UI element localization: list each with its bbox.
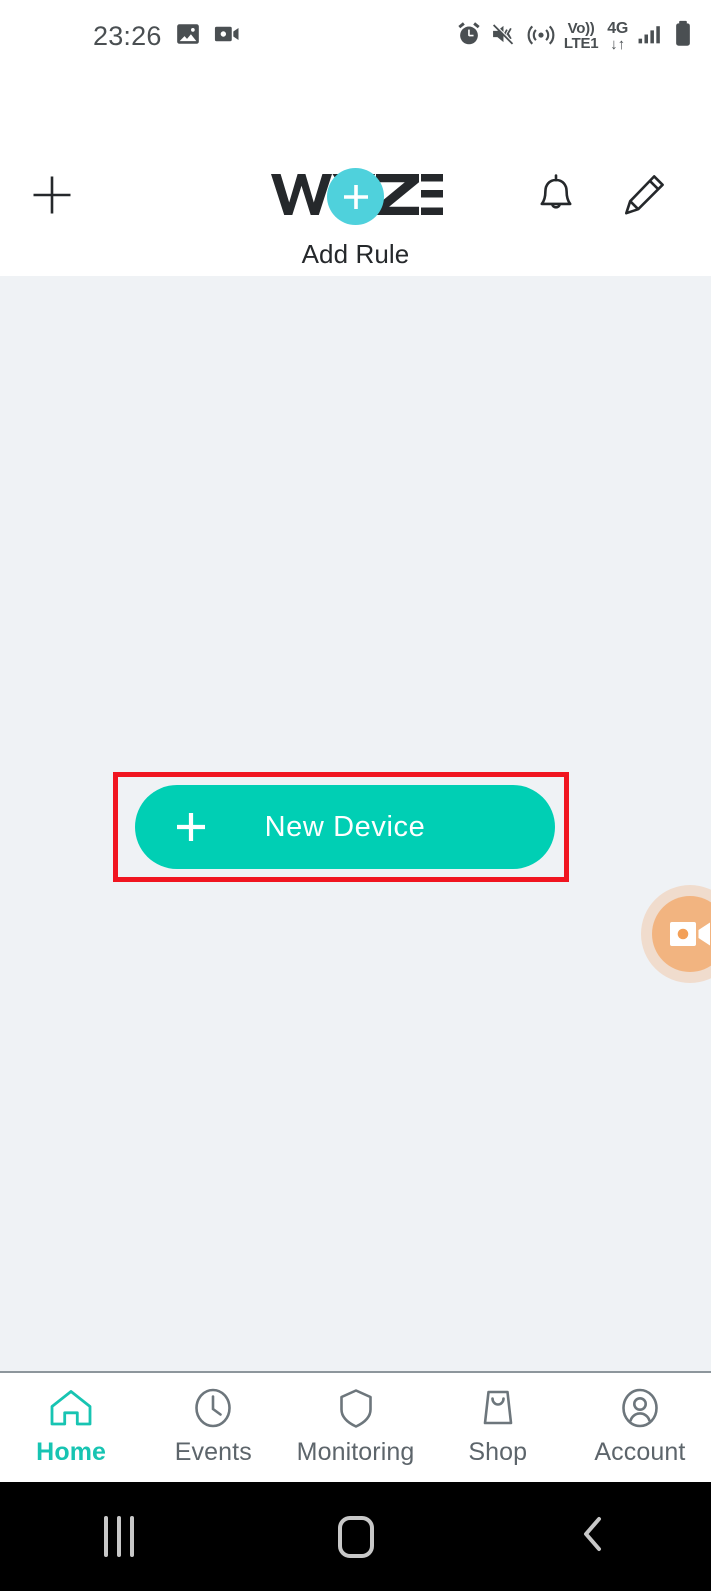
tab-monitoring[interactable]: Monitoring <box>284 1373 426 1482</box>
tab-monitoring-label: Monitoring <box>296 1438 415 1466</box>
tab-events-label: Events <box>174 1438 252 1466</box>
floating-screen-recorder-bubble[interactable] <box>641 885 711 983</box>
shopping-bag-icon <box>476 1385 520 1431</box>
plus-icon <box>343 184 368 209</box>
recent-apps-icon <box>103 1516 134 1557</box>
status-bar-left: 23:26 <box>93 0 241 72</box>
app-screen: 23:26 Vo)) LTE1 4G ↓↑ Add Rule New Devic… <box>0 0 711 1591</box>
home-square-icon <box>337 1515 374 1558</box>
tab-home-label: Home <box>36 1438 107 1466</box>
video-camera-icon <box>214 21 241 52</box>
hotspot-icon <box>527 21 555 52</box>
mute-vibrate-icon <box>491 21 518 52</box>
add-rule-button[interactable]: Add Rule <box>0 168 711 270</box>
plus-icon <box>173 809 209 845</box>
app-header: Add Rule <box>0 72 711 276</box>
new-device-button[interactable]: New Device <box>135 785 555 869</box>
signal-bars-icon <box>637 21 664 52</box>
battery-icon <box>673 20 693 52</box>
android-system-nav <box>0 1482 711 1591</box>
alarm-clock-icon <box>456 21 482 52</box>
volte-indicator: Vo)) LTE1 <box>563 20 599 52</box>
add-rule-label: Add Rule <box>301 239 410 269</box>
tab-shop-label: Shop <box>468 1438 528 1466</box>
floating-recorder-inner <box>652 896 711 972</box>
bottom-tab-bar: Home Events Monitoring Shop Account <box>0 1371 711 1482</box>
tab-account-label: Account <box>594 1438 686 1466</box>
shield-icon <box>335 1385 377 1431</box>
house-icon <box>48 1385 94 1431</box>
add-rule-circle <box>327 168 384 225</box>
photo-icon <box>175 21 201 52</box>
status-bar-right: Vo)) LTE1 4G ↓↑ <box>456 0 693 72</box>
tab-home[interactable]: Home <box>0 1373 142 1482</box>
recent-apps-button[interactable] <box>0 1516 237 1557</box>
network-type-indicator: 4G ↓↑ <box>607 19 628 53</box>
status-time: 23:26 <box>93 20 162 51</box>
video-camera-icon <box>670 922 710 946</box>
status-bar: 23:26 Vo)) LTE1 4G ↓↑ <box>0 0 711 72</box>
clock-icon <box>191 1385 235 1431</box>
home-button[interactable] <box>237 1515 474 1558</box>
tab-account[interactable]: Account <box>569 1373 711 1482</box>
device-list-area: New Device <box>0 276 711 1371</box>
back-button[interactable] <box>474 1512 711 1561</box>
tab-events[interactable]: Events <box>142 1373 284 1482</box>
user-circle-icon <box>618 1385 662 1431</box>
back-chevron-icon <box>577 1512 609 1561</box>
tab-shop[interactable]: Shop <box>427 1373 569 1482</box>
